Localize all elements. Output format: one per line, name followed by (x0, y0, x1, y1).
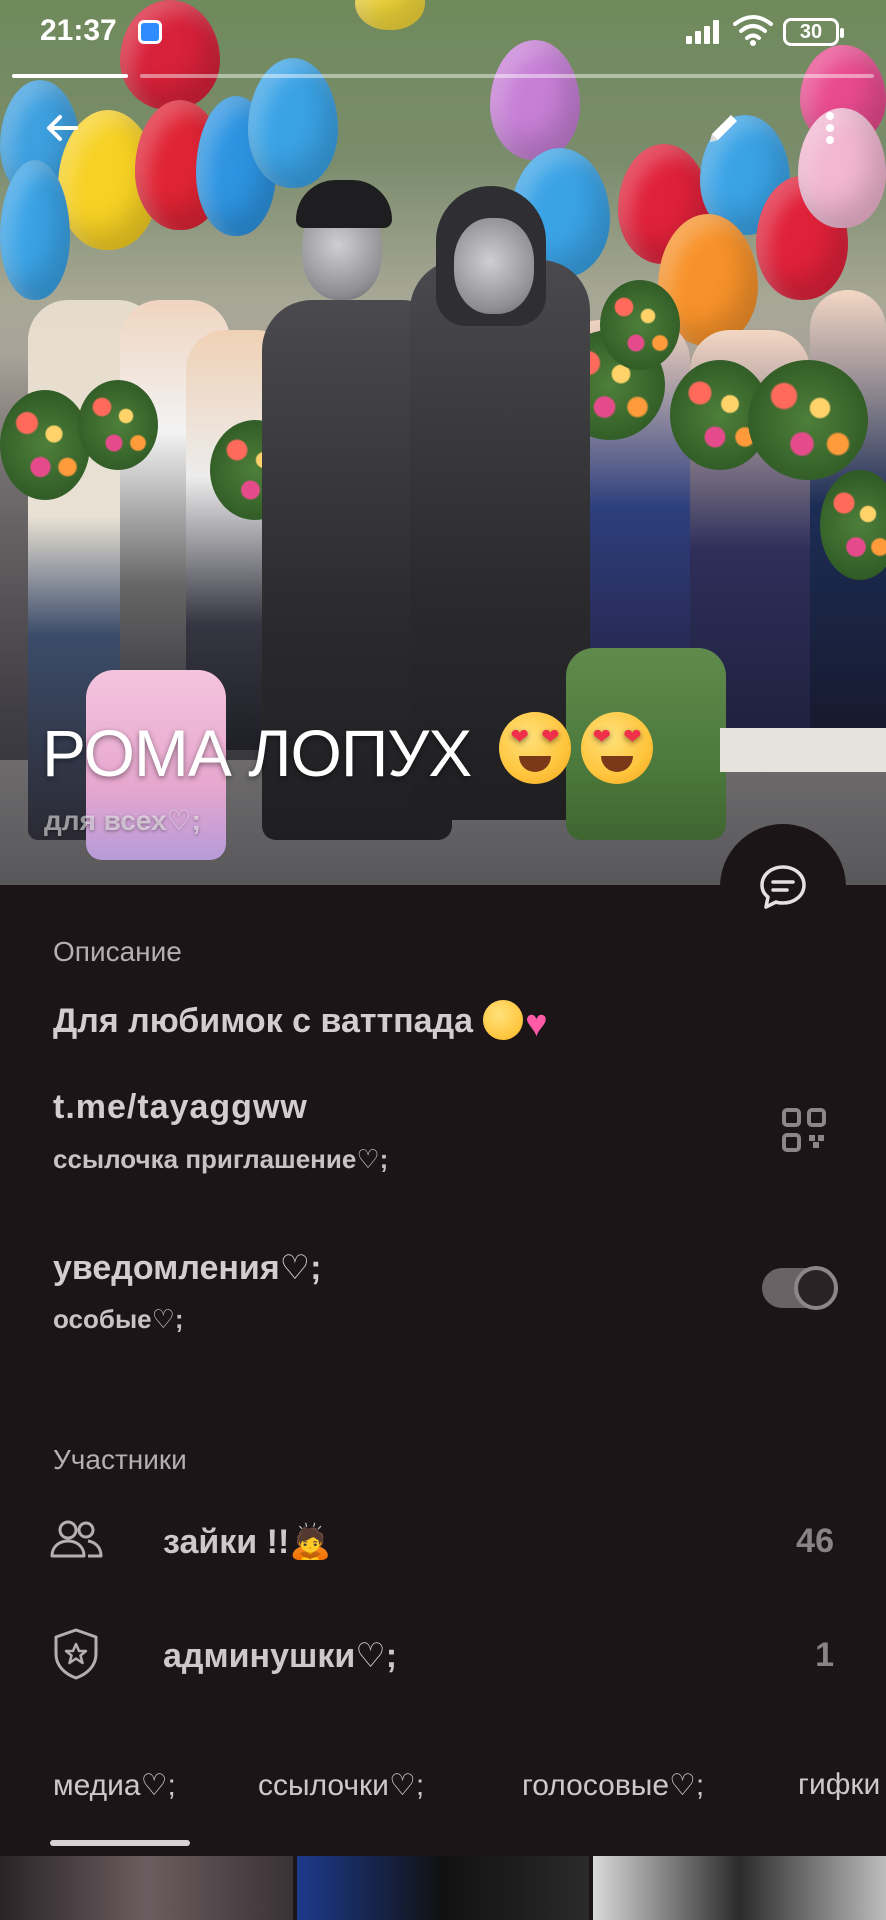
flower-bouquet (0, 390, 90, 500)
tab-media[interactable]: медиа♡; (53, 1768, 176, 1803)
edit-button[interactable] (696, 100, 752, 156)
active-tab-indicator (50, 1840, 190, 1846)
signal-icon (686, 18, 726, 44)
tab-voice[interactable]: голосовые♡; (522, 1768, 704, 1803)
invite-caption: ссылочка приглашение♡; (53, 1144, 389, 1174)
chat-bubble-icon (760, 865, 806, 909)
flower-bouquet (600, 280, 680, 370)
wifi-icon (733, 14, 773, 46)
grey-figure-right-head (454, 218, 534, 314)
qr-code-icon (782, 1108, 826, 1152)
shield-star-icon (48, 1626, 104, 1682)
status-time: 21:37 (40, 14, 117, 47)
notifications-title: уведомления♡; (53, 1249, 322, 1287)
description-text-value: Для любимок с ваттпада (53, 1002, 474, 1040)
back-button[interactable] (34, 100, 90, 156)
tab-links[interactable]: ссылочки♡; (258, 1768, 424, 1803)
media-tabs: медиа♡; ссылочки♡; голосовые♡; гифки (0, 1768, 886, 1848)
arrow-left-icon (47, 115, 78, 141)
progress-bar-active (12, 74, 128, 78)
battery-icon: 30 (783, 18, 844, 46)
group-cover-photo: 21:37 30 РОМА ЛОПУХ ❤ ❤❤ ❤ для всех♡; (0, 0, 886, 885)
more-options-button[interactable] (802, 100, 858, 156)
more-vertical-icon (826, 112, 834, 144)
media-thumbnail[interactable] (593, 1856, 886, 1920)
notifications-toggle[interactable] (762, 1266, 838, 1310)
heart-eyes-emoji (498, 712, 571, 784)
members-row-label[interactable]: зайки !!🙇 (163, 1522, 332, 1562)
group-title-text: РОМА ЛОПУХ (42, 716, 472, 790)
heart-eyes-emoji (580, 712, 653, 784)
flower-bouquet (748, 360, 868, 480)
group-title: РОМА ЛОПУХ (42, 712, 653, 791)
status-bar: 21:37 30 (0, 0, 886, 70)
open-chat-button[interactable] (720, 824, 846, 950)
qr-code-button[interactable] (782, 1108, 826, 1152)
admins-row-count: 1 (815, 1636, 834, 1674)
group-subtitle: для всех♡; (44, 805, 201, 836)
description-label: Описание (53, 936, 182, 967)
people-icon (48, 1512, 104, 1568)
members-row-count: 46 (796, 1522, 834, 1560)
admins-row-label[interactable]: админушки♡; (163, 1636, 397, 1676)
pink-heart-emoji: ♥ (525, 1003, 548, 1045)
media-grid (0, 1856, 886, 1920)
members-label: Участники (53, 1444, 187, 1475)
tab-gifs[interactable]: гифки (798, 1768, 880, 1802)
notifications-caption: особые♡; (53, 1304, 184, 1334)
flower-bouquet (78, 380, 158, 470)
pencil-icon (710, 115, 737, 142)
grey-figure-left-cap (296, 180, 392, 228)
toggle-knob (794, 1266, 838, 1310)
description-text: Для любимок с ваттпада ♥ (53, 1000, 548, 1046)
media-thumbnail[interactable] (0, 1856, 293, 1920)
media-thumbnail[interactable] (296, 1856, 590, 1920)
invite-link[interactable]: t.me/tayaggww (53, 1088, 308, 1127)
pleading-face-emoji (483, 1000, 524, 1040)
notification-icon (138, 20, 162, 44)
sign-banner (720, 728, 886, 772)
progress-bar-rest (140, 74, 874, 78)
